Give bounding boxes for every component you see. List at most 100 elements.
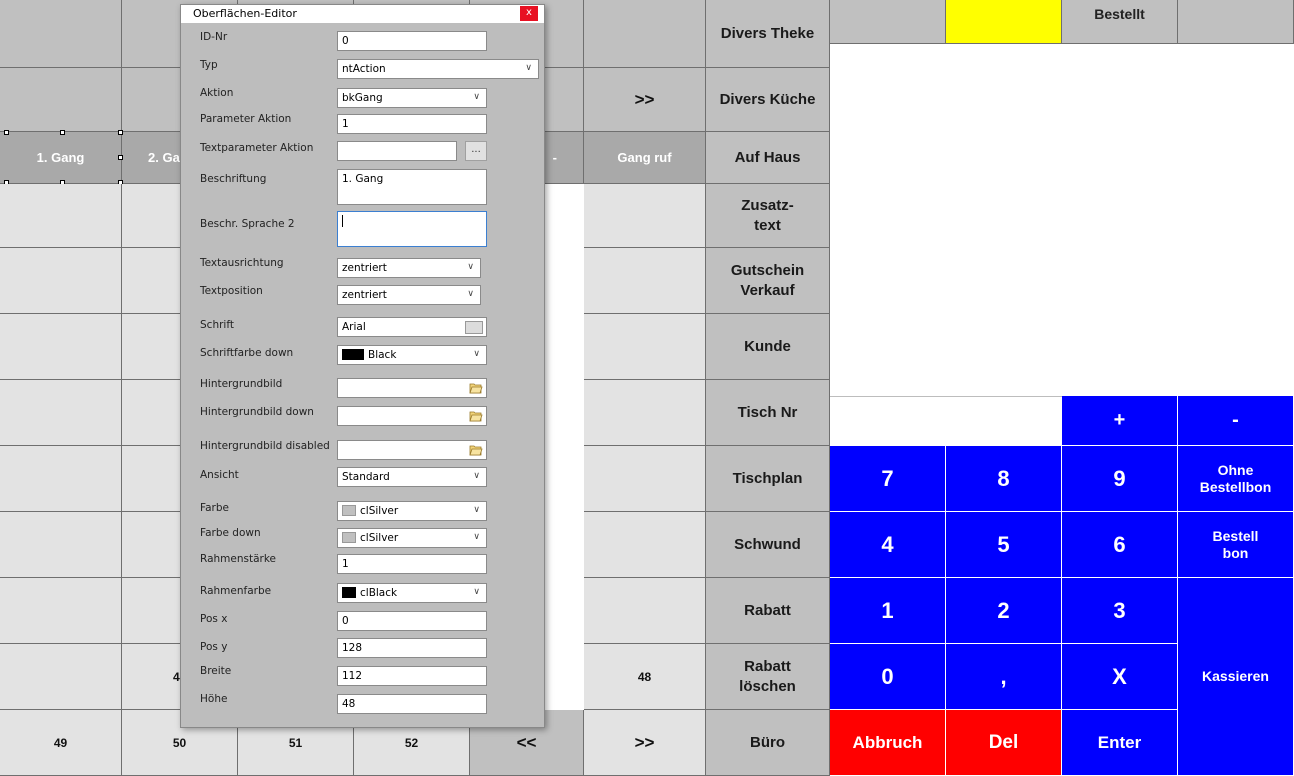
schwund-button[interactable]: Schwund bbox=[706, 512, 830, 578]
rabatt-button[interactable]: Rabatt bbox=[706, 578, 830, 644]
grid-button[interactable] bbox=[584, 578, 706, 644]
selection-handle[interactable] bbox=[118, 130, 123, 135]
zusatztext-button[interactable]: Zusatz- text bbox=[706, 184, 830, 248]
folder-open-icon[interactable] bbox=[469, 381, 483, 394]
divers-kueche-button[interactable]: Divers Küche bbox=[706, 68, 830, 132]
beschr-sprache2-textarea[interactable] bbox=[337, 211, 487, 247]
grid-button[interactable] bbox=[0, 314, 122, 380]
typ-select[interactable]: ntAction bbox=[337, 59, 539, 79]
textposition-select[interactable]: zentriert bbox=[337, 285, 481, 305]
dialog-titlebar[interactable]: Oberflächen-Editor x bbox=[181, 5, 544, 23]
ellipsis-button[interactable]: ... bbox=[465, 141, 487, 161]
key-x[interactable]: X bbox=[1062, 644, 1178, 710]
tisch-nr-button[interactable]: Tisch Nr bbox=[706, 380, 830, 446]
key-7[interactable]: 7 bbox=[830, 446, 946, 512]
rabatt-loeschen-button[interactable]: Rabatt löschen bbox=[706, 644, 830, 710]
silver-color-swatch bbox=[342, 532, 356, 543]
grid-button[interactable] bbox=[584, 380, 706, 446]
grid-button[interactable] bbox=[584, 446, 706, 512]
schrift-input[interactable]: Arial bbox=[337, 317, 487, 337]
textparameter-aktion-input[interactable] bbox=[337, 141, 457, 161]
key-3[interactable]: 3 bbox=[1062, 578, 1178, 644]
parameter-aktion-input[interactable]: 1 bbox=[337, 114, 487, 134]
rahmenfarbe-select[interactable]: clBlack bbox=[337, 583, 487, 603]
plus-button[interactable]: + bbox=[1062, 396, 1178, 446]
grid-button[interactable] bbox=[584, 512, 706, 578]
grid-button[interactable] bbox=[0, 184, 122, 248]
hintergrundbild-input[interactable] bbox=[337, 378, 487, 398]
tischplan-button[interactable]: Tischplan bbox=[706, 446, 830, 512]
key-9[interactable]: 9 bbox=[1062, 446, 1178, 512]
close-button[interactable]: x bbox=[520, 6, 538, 21]
pos-y-label: Pos y bbox=[200, 641, 228, 653]
grid-button[interactable] bbox=[584, 248, 706, 314]
textparameter-aktion-label: Textparameter Aktion bbox=[200, 142, 314, 154]
grid-button[interactable] bbox=[0, 248, 122, 314]
key-2[interactable]: 2 bbox=[946, 578, 1062, 644]
key-1[interactable]: 1 bbox=[830, 578, 946, 644]
selection-handle[interactable] bbox=[118, 155, 123, 160]
kassieren-button[interactable]: Kassieren bbox=[1178, 578, 1294, 776]
pos-x-input[interactable]: 0 bbox=[337, 611, 487, 631]
schrift-label: Schrift bbox=[200, 319, 234, 331]
hintergrundbild-disabled-input[interactable] bbox=[337, 440, 487, 460]
textausrichtung-value: zentriert bbox=[342, 262, 387, 274]
grid-button-48[interactable]: 48 bbox=[584, 644, 706, 710]
folder-open-icon[interactable] bbox=[469, 443, 483, 456]
font-picker-button[interactable] bbox=[465, 321, 483, 334]
key-comma[interactable]: , bbox=[946, 644, 1062, 710]
del-button[interactable]: Del bbox=[946, 710, 1062, 776]
grid-button[interactable] bbox=[0, 446, 122, 512]
beschriftung-textarea[interactable]: 1. Gang bbox=[337, 169, 487, 205]
key-4[interactable]: 4 bbox=[830, 512, 946, 578]
pos-y-input[interactable]: 128 bbox=[337, 638, 487, 658]
grid-button[interactable] bbox=[0, 380, 122, 446]
schrift-value: Arial bbox=[342, 321, 366, 333]
selection-handle[interactable] bbox=[60, 130, 65, 135]
grid-button-49[interactable]: 49 bbox=[0, 710, 122, 776]
abbruch-button[interactable]: Abbruch bbox=[830, 710, 946, 776]
auf-haus-button[interactable]: Auf Haus bbox=[706, 132, 830, 184]
next-page-button[interactable]: >> bbox=[584, 710, 706, 776]
selection-handle[interactable] bbox=[4, 130, 9, 135]
key-5[interactable]: 5 bbox=[946, 512, 1062, 578]
grid-button[interactable] bbox=[0, 68, 122, 132]
farbe-select[interactable]: clSilver bbox=[337, 501, 487, 521]
divers-theke-button[interactable]: Divers Theke bbox=[706, 0, 830, 68]
schriftfarbe-down-select[interactable]: Black bbox=[337, 345, 487, 365]
hoehe-input[interactable]: 48 bbox=[337, 694, 487, 714]
grid-button[interactable] bbox=[0, 578, 122, 644]
textausrichtung-select[interactable]: zentriert bbox=[337, 258, 481, 278]
bestellbon-button[interactable]: Bestell bon bbox=[1178, 512, 1294, 578]
id-nr-input[interactable]: 0 bbox=[337, 31, 487, 51]
gang1-button[interactable]: 1. Gang bbox=[0, 132, 122, 184]
rahmenfarbe-value: clBlack bbox=[360, 587, 398, 599]
ansicht-select[interactable]: Standard bbox=[337, 467, 487, 487]
gutschein-verkauf-button[interactable]: Gutschein Verkauf bbox=[706, 248, 830, 314]
kunde-button[interactable]: Kunde bbox=[706, 314, 830, 380]
farbe-down-select[interactable]: clSilver bbox=[337, 528, 487, 548]
rahmenstaerke-input[interactable]: 1 bbox=[337, 554, 487, 574]
grid-button[interactable] bbox=[584, 0, 706, 68]
folder-open-icon[interactable] bbox=[469, 409, 483, 422]
next-page-button[interactable]: >> bbox=[584, 68, 706, 132]
order-header-cell bbox=[1178, 0, 1294, 44]
buero-button[interactable]: Büro bbox=[706, 710, 830, 776]
enter-button[interactable]: Enter bbox=[1062, 710, 1178, 776]
key-6[interactable]: 6 bbox=[1062, 512, 1178, 578]
grid-button[interactable] bbox=[584, 314, 706, 380]
hintergrundbild-down-input[interactable] bbox=[337, 406, 487, 426]
key-0[interactable]: 0 bbox=[830, 644, 946, 710]
ohne-bestellbon-button[interactable]: Ohne Bestellbon bbox=[1178, 446, 1294, 512]
grid-button[interactable] bbox=[0, 644, 122, 710]
grid-button[interactable] bbox=[0, 512, 122, 578]
key-8[interactable]: 8 bbox=[946, 446, 1062, 512]
order-list[interactable] bbox=[830, 44, 1294, 396]
minus-button[interactable]: - bbox=[1178, 396, 1294, 446]
grid-button[interactable] bbox=[584, 184, 706, 248]
grid-button[interactable] bbox=[0, 0, 122, 68]
aktion-select[interactable]: bkGang bbox=[337, 88, 487, 108]
order-header-cell bbox=[830, 0, 946, 44]
breite-input[interactable]: 112 bbox=[337, 666, 487, 686]
gang-ruf-button[interactable]: Gang ruf bbox=[584, 132, 706, 184]
